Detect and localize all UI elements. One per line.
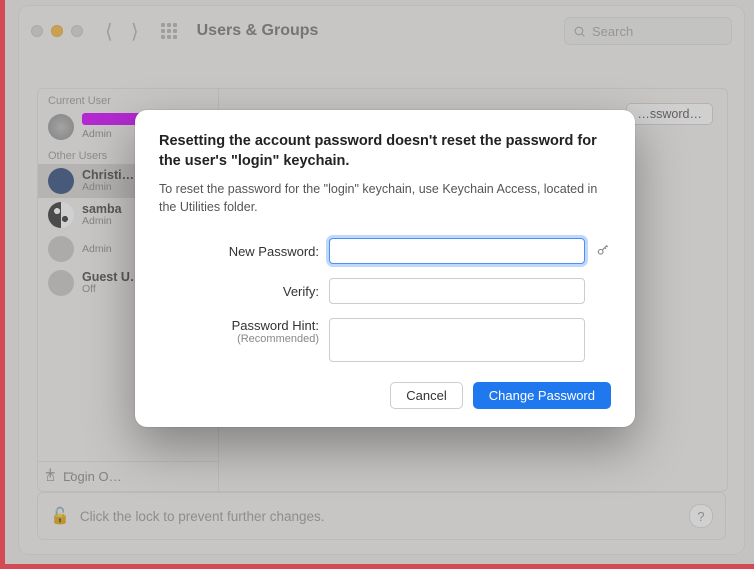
avatar <box>48 236 74 262</box>
change-password-button[interactable]: Change Password <box>473 382 611 409</box>
window-toolbar: ⟨ ⟩ Users & Groups Search <box>19 6 744 56</box>
verify-password-input[interactable] <box>329 278 585 304</box>
dialog-heading: Resetting the account password doesn't r… <box>159 132 611 171</box>
traffic-lights <box>31 25 83 37</box>
lock-footer: 🔓 Click the lock to prevent further chan… <box>37 492 726 540</box>
user-name: Guest U… <box>82 271 142 285</box>
user-role: Off <box>82 284 142 296</box>
search-icon <box>573 25 586 38</box>
avatar <box>48 114 74 140</box>
user-role: Admin <box>82 182 134 194</box>
section-current-user: Current User <box>38 89 218 109</box>
avatar <box>48 202 74 228</box>
back-icon[interactable]: ⟨ <box>101 19 117 44</box>
show-all-icon[interactable] <box>161 23 177 39</box>
new-password-label: New Password: <box>159 244 319 259</box>
password-hint-label: Password Hint: (Recommended) <box>159 318 319 345</box>
verify-label: Verify: <box>159 284 319 299</box>
user-name: samba <box>82 203 122 217</box>
avatar <box>48 168 74 194</box>
reset-password-button[interactable]: …ssword… <box>626 103 713 125</box>
search-placeholder: Search <box>592 24 633 39</box>
cancel-button[interactable]: Cancel <box>390 382 462 409</box>
user-role: Admin <box>82 216 122 228</box>
lock-icon[interactable]: 🔓 <box>50 506 70 526</box>
lock-text: Click the lock to prevent further change… <box>80 509 325 524</box>
new-password-input[interactable] <box>329 238 585 264</box>
window-title: Users & Groups <box>197 22 319 40</box>
add-user-button[interactable]: + <box>45 463 56 484</box>
remove-user-button[interactable]: − <box>64 463 75 484</box>
add-remove-controls: + − <box>37 459 82 488</box>
search-field[interactable]: Search <box>564 17 732 45</box>
forward-icon[interactable]: ⟩ <box>127 19 143 44</box>
password-key-icon[interactable] <box>595 243 611 260</box>
password-hint-input[interactable] <box>329 318 585 362</box>
close-dot[interactable] <box>31 25 43 37</box>
dialog-subtext: To reset the password for the "login" ke… <box>159 181 611 216</box>
user-name: Christi… <box>82 169 134 183</box>
avatar <box>48 270 74 296</box>
minimize-dot[interactable] <box>51 25 63 37</box>
user-role: Admin <box>82 244 112 256</box>
help-button[interactable]: ? <box>689 504 713 528</box>
reset-password-dialog: Resetting the account password doesn't r… <box>135 110 635 427</box>
zoom-dot[interactable] <box>71 25 83 37</box>
